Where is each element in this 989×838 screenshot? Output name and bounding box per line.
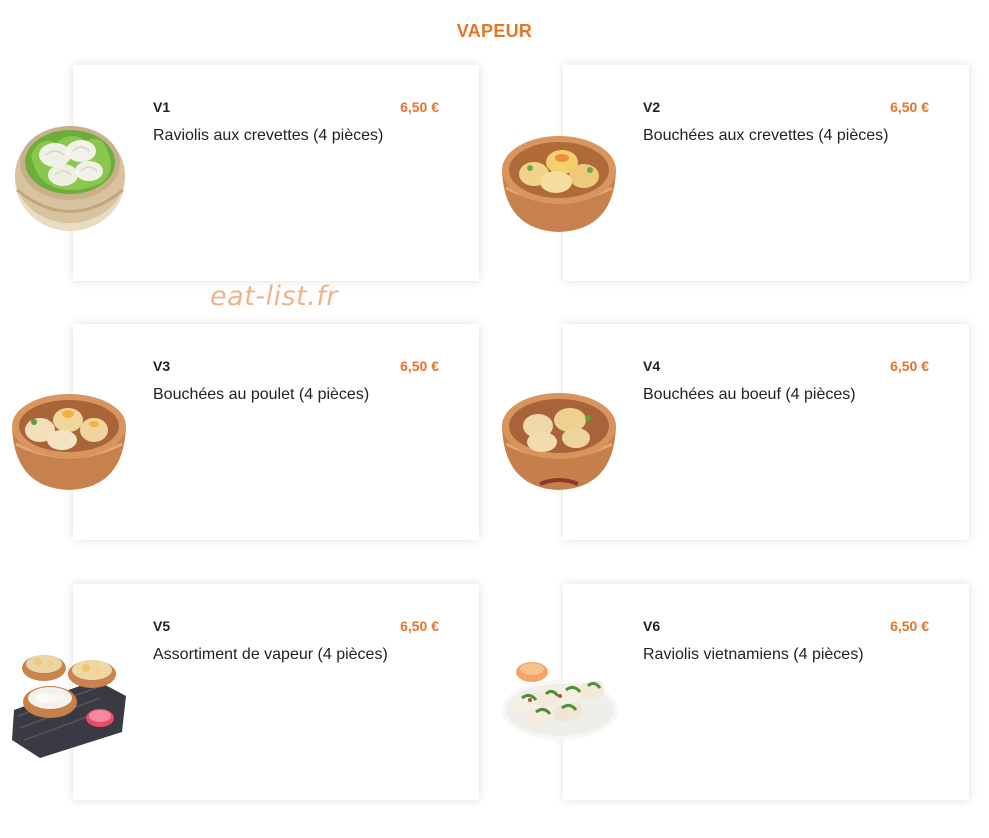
menu-item-card[interactable]: V1 6,50 € Raviolis aux crevettes (4 pièc…	[73, 65, 479, 281]
item-name: Bouchées au poulet (4 pièces)	[153, 386, 370, 403]
assorted-steamers-image	[12, 655, 126, 758]
item-price: 6,50 €	[890, 358, 929, 374]
item-price: 6,50 €	[400, 99, 439, 115]
menu-item-card[interactable]: V2 6,50 € Bouchées aux crevettes (4 pièc…	[563, 65, 969, 281]
item-name: Raviolis vietnamiens (4 pièces)	[643, 646, 864, 663]
siu-mai-steamer-image	[502, 136, 616, 232]
menu-item-card[interactable]: V6 6,50 € Raviolis vietnamiens (4 pièces…	[563, 584, 969, 800]
section-title: VAPEUR	[456, 21, 533, 41]
item-code: V4	[643, 358, 661, 374]
item-name: Assortiment de vapeur (4 pièces)	[153, 646, 388, 663]
item-price: 6,50 €	[890, 618, 929, 634]
menu-item-card[interactable]: V5 6,50 € Assortiment de vapeur (4 pièce…	[73, 584, 479, 800]
item-name: Raviolis aux crevettes (4 pièces)	[153, 127, 384, 144]
menu-item-card[interactable]: V4 6,50 € Bouchées au boeuf (4 pièces)	[563, 324, 969, 540]
chicken-dumplings-steamer-image	[12, 394, 126, 490]
item-code: V6	[643, 618, 661, 634]
vietnamese-rolls-plate-image	[502, 662, 618, 740]
item-code: V1	[153, 99, 171, 115]
item-name: Bouchées aux crevettes (4 pièces)	[643, 127, 889, 144]
item-code: V3	[153, 358, 171, 374]
watermark: eat-list.fr	[210, 281, 338, 312]
item-price: 6,50 €	[890, 99, 929, 115]
har-gow-steamer-image	[15, 126, 125, 231]
beef-dumplings-steamer-image	[502, 393, 616, 490]
item-price: 6,50 €	[400, 618, 439, 634]
item-code: V2	[643, 99, 661, 115]
item-name: Bouchées au boeuf (4 pièces)	[643, 386, 856, 403]
menu-item-card[interactable]: V3 6,50 € Bouchées au poulet (4 pièces)	[73, 324, 479, 540]
item-price: 6,50 €	[400, 358, 439, 374]
item-code: V5	[153, 618, 171, 634]
